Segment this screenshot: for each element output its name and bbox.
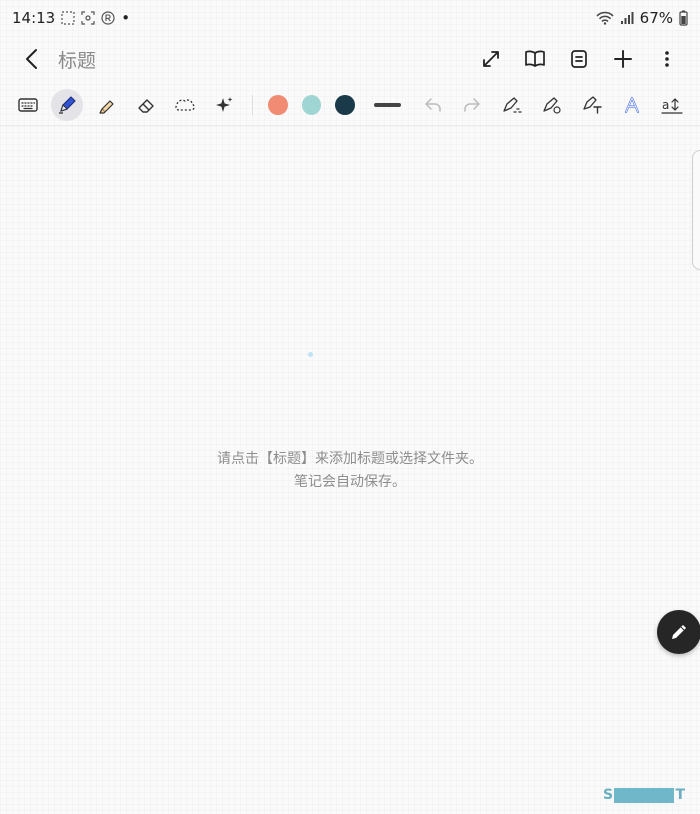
text-style-icon (624, 96, 640, 113)
color-swatch-coral[interactable] (268, 94, 288, 115)
toolbar-separator (252, 94, 254, 115)
pen-settings-icon (543, 96, 561, 114)
pen-settings-tool[interactable] (536, 89, 568, 121)
eraser-icon (138, 98, 154, 113)
color-swatch-teal[interactable] (301, 94, 322, 115)
redo-icon (464, 97, 481, 112)
more-icon (665, 51, 669, 67)
hint-line-1: 请点击【标题】来添加标题或选择文件夹。 (217, 451, 483, 467)
registered-icon (101, 11, 115, 25)
status-time: 14:13 (12, 9, 56, 27)
back-icon (26, 49, 37, 69)
status-left: 14:13 • (12, 9, 130, 27)
highlighter-icon (99, 99, 114, 114)
watermark: S T (603, 786, 685, 804)
undo-icon (425, 97, 441, 112)
pen-icon (59, 95, 76, 114)
expand-icon (483, 51, 499, 67)
list-icon (571, 50, 587, 68)
plus-icon (614, 50, 632, 68)
shape-icon (503, 96, 522, 113)
expand-button[interactable] (478, 46, 504, 72)
right-tools: a (492, 89, 692, 121)
header-actions (478, 46, 680, 72)
shape-tool[interactable] (496, 89, 528, 121)
signal-icon (620, 11, 634, 25)
drawing-toolbar: a (0, 84, 700, 126)
header: 标题 (0, 38, 700, 80)
book-icon (525, 50, 545, 67)
sparkle-icon (216, 96, 233, 112)
battery-percent: 67% (639, 9, 673, 27)
svg-text:a: a (662, 98, 669, 112)
status-dot: • (121, 9, 131, 27)
lasso-icon (175, 98, 195, 111)
pen-thickness-selector[interactable] (373, 102, 402, 107)
lasso-tool[interactable] (169, 89, 200, 121)
text-size-tool[interactable]: a (656, 89, 688, 121)
undo-button[interactable] (417, 89, 448, 121)
keyboard-icon (17, 97, 38, 112)
watermark-letter-left: S (603, 787, 614, 803)
battery-icon (679, 10, 688, 26)
keyboard-tool[interactable] (12, 89, 43, 121)
add-button[interactable] (610, 46, 636, 72)
text-style-tool[interactable] (616, 89, 648, 121)
status-bar: 14:13 • 67% (0, 0, 700, 36)
hint-line-2: 笔记会自动保存。 (294, 474, 406, 490)
book-view-button[interactable] (522, 46, 548, 72)
color-swatch-navy[interactable] (335, 94, 355, 115)
pen-tool[interactable] (51, 88, 83, 121)
status-right: 67% (596, 9, 688, 27)
grid-icon (61, 11, 75, 25)
more-options-button[interactable] (654, 46, 680, 72)
watermark-letter-right: T (675, 787, 685, 803)
side-panel-handle[interactable] (692, 150, 700, 270)
pencil-icon (672, 625, 686, 639)
loading-indicator (308, 352, 313, 357)
empty-note-hint: 请点击【标题】来添加标题或选择文件夹。 笔记会自动保存。 (0, 448, 700, 494)
handwriting-to-text-icon (583, 95, 602, 114)
handwriting-to-text-tool[interactable] (576, 89, 608, 121)
eraser-tool[interactable] (130, 89, 161, 121)
note-title[interactable]: 标题 (58, 46, 478, 73)
ai-assist-tool[interactable] (209, 89, 240, 121)
page-list-button[interactable] (566, 46, 592, 72)
edit-fab-button[interactable] (657, 610, 700, 654)
watermark-bar (614, 787, 675, 803)
screenshot-icon (81, 11, 95, 25)
redo-button[interactable] (457, 89, 488, 121)
highlighter-tool[interactable] (91, 89, 122, 121)
wifi-icon (596, 11, 614, 25)
text-size-icon: a (661, 98, 683, 114)
back-button[interactable] (16, 39, 48, 79)
